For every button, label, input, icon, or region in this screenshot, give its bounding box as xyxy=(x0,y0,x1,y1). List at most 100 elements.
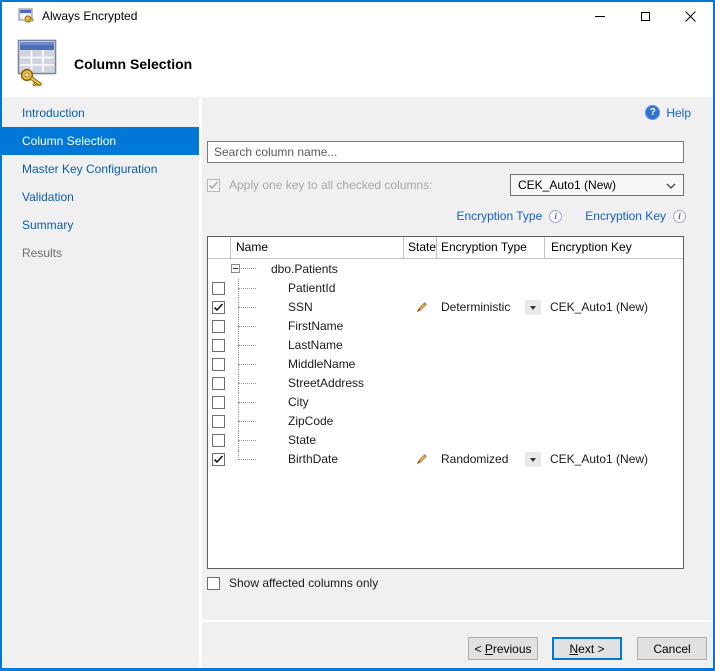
cek-key-dropdown-value: CEK_Auto1 (New) xyxy=(518,178,616,192)
tree-line xyxy=(238,288,256,289)
next-button[interactable]: Next > xyxy=(552,637,622,660)
encryption-key-value: CEK_Auto1 (New) xyxy=(550,452,648,466)
sidebar-item-column-selection[interactable]: Column Selection xyxy=(2,127,199,155)
row-checkbox[interactable] xyxy=(212,282,225,295)
page-title: Column Selection xyxy=(74,56,192,72)
table-row: State xyxy=(208,431,683,450)
encryption-type-link[interactable]: Encryption Type xyxy=(456,209,542,223)
row-checkbox[interactable] xyxy=(212,453,225,466)
tree-line xyxy=(238,383,256,384)
header-encryption-type: Encryption Type xyxy=(441,240,527,254)
tree-line xyxy=(238,307,256,308)
encryption-type-info-icon[interactable]: i xyxy=(549,210,562,223)
tree-line xyxy=(238,402,256,403)
table-row: FirstName xyxy=(208,317,683,336)
table-row: StreetAddress xyxy=(208,374,683,393)
column-name: FirstName xyxy=(288,319,343,333)
table-rows: PatientId SSN Deterministic CEK_Auto xyxy=(208,279,683,469)
row-checkbox[interactable] xyxy=(212,377,225,390)
window-title: Always Encrypted xyxy=(42,9,137,23)
maximize-icon xyxy=(641,12,650,21)
column-help-links: Encryption Type i Encryption Key i xyxy=(456,209,686,223)
sidebar-item-label: Column Selection xyxy=(22,134,116,148)
header-separator xyxy=(403,237,404,258)
minimize-icon xyxy=(595,16,605,17)
app-table-key-icon xyxy=(18,8,34,24)
tree-line xyxy=(238,345,256,346)
column-table-header: Name State Encryption Type Encryption Ke… xyxy=(208,237,683,259)
maximize-button[interactable] xyxy=(630,2,660,30)
search-column-input[interactable] xyxy=(207,141,684,163)
header-separator xyxy=(544,237,545,258)
tree-line xyxy=(238,459,256,460)
sidebar-item-label: Validation xyxy=(22,190,74,204)
sidebar-item-label: Summary xyxy=(22,218,73,232)
column-name: LastName xyxy=(288,338,343,352)
table-row: ZipCode xyxy=(208,412,683,431)
apply-one-key-label: Apply one key to all checked columns: xyxy=(229,178,432,192)
column-table: Name State Encryption Type Encryption Ke… xyxy=(207,236,684,569)
encryption-key-info-icon[interactable]: i xyxy=(673,210,686,223)
tree-line xyxy=(238,364,256,365)
tree-line xyxy=(241,268,256,269)
cancel-button[interactable]: Cancel xyxy=(637,637,707,660)
table-row: SSN Deterministic CEK_Auto1 (New) xyxy=(208,298,683,317)
table-row: BirthDate Randomized CEK_Auto1 (New) xyxy=(208,450,683,469)
sidebar-item-introduction[interactable]: Introduction xyxy=(2,99,199,127)
encryption-key-value: CEK_Auto1 (New) xyxy=(550,300,648,314)
tree-line xyxy=(238,421,256,422)
encryption-type-dropdown-arrow[interactable] xyxy=(525,300,541,315)
show-affected-checkbox[interactable] xyxy=(207,577,220,590)
column-name: City xyxy=(288,395,309,409)
always-encrypted-wizard-window: Always Encrypted xyxy=(0,0,715,671)
header-state: State xyxy=(408,240,436,254)
column-name: BirthDate xyxy=(288,452,338,466)
sidebar-item-validation[interactable]: Validation xyxy=(2,183,199,211)
minimize-button[interactable] xyxy=(585,2,615,30)
help-label: Help xyxy=(666,106,691,120)
sidebar-item-label: Master Key Configuration xyxy=(22,162,157,176)
footer-divider xyxy=(202,620,713,622)
row-checkbox[interactable] xyxy=(212,320,225,333)
table-group-row: dbo.Patients xyxy=(208,259,683,279)
wizard-steps-sidebar: Introduction Column Selection Master Key C… xyxy=(2,97,199,668)
row-checkbox[interactable] xyxy=(212,358,225,371)
tree-line xyxy=(238,440,256,441)
wizard-header: Column Selection xyxy=(2,30,713,97)
column-name: ZipCode xyxy=(288,414,333,428)
show-affected-row: Show affected columns only xyxy=(207,576,378,590)
encryption-type-dropdown-arrow[interactable] xyxy=(525,452,541,467)
help-icon: ? xyxy=(645,105,660,120)
row-checkbox[interactable] xyxy=(212,301,225,314)
sidebar-item-results[interactable]: Results xyxy=(2,239,199,267)
table-row: City xyxy=(208,393,683,412)
close-button[interactable] xyxy=(675,2,705,30)
title-bar: Always Encrypted xyxy=(2,2,713,30)
collapse-expander-icon[interactable] xyxy=(231,264,240,273)
previous-button[interactable]: < Previous xyxy=(468,637,538,660)
row-checkbox[interactable] xyxy=(212,339,225,352)
help-link[interactable]: ? Help xyxy=(645,105,691,120)
encryption-type-value[interactable]: Deterministic xyxy=(441,300,510,314)
table-row: PatientId xyxy=(208,279,683,298)
encryption-key-link[interactable]: Encryption Key xyxy=(585,209,666,223)
show-affected-label: Show affected columns only xyxy=(229,576,378,590)
sidebar-item-label: Results xyxy=(22,246,62,260)
chevron-down-icon xyxy=(666,183,676,189)
header-name: Name xyxy=(236,240,268,254)
row-checkbox[interactable] xyxy=(212,434,225,447)
sidebar-item-master-key-configuration[interactable]: Master Key Configuration xyxy=(2,155,199,183)
apply-one-key-checkbox xyxy=(207,179,220,192)
column-name: MiddleName xyxy=(288,357,355,371)
cek-key-dropdown[interactable]: CEK_Auto1 (New) xyxy=(510,174,684,196)
column-name: StreetAddress xyxy=(288,376,364,390)
edited-pencil-icon xyxy=(415,301,428,317)
tree-line xyxy=(238,326,256,327)
row-checkbox[interactable] xyxy=(212,415,225,428)
sidebar-item-label: Introduction xyxy=(22,106,85,120)
sidebar-item-summary[interactable]: Summary xyxy=(2,211,199,239)
table-key-icon xyxy=(16,38,62,89)
encryption-type-value[interactable]: Randomized xyxy=(441,452,508,466)
row-checkbox[interactable] xyxy=(212,396,225,409)
edited-pencil-icon xyxy=(415,453,428,469)
